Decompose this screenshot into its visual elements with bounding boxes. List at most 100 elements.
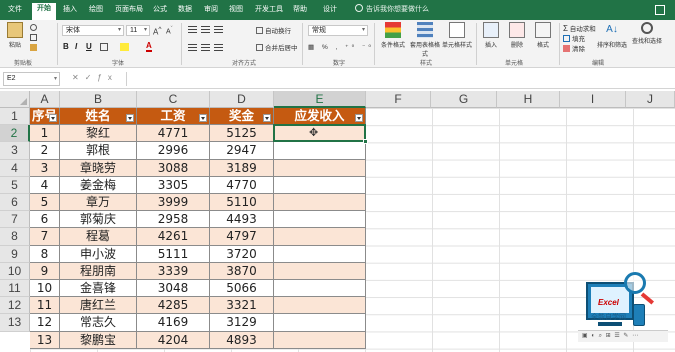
cut-button[interactable]	[30, 24, 39, 32]
cell-name[interactable]: 郭菊庆	[60, 211, 137, 229]
row-header-1[interactable]: 1	[0, 108, 30, 126]
conditional-format-button[interactable]: 条件格式	[378, 22, 408, 49]
cell-name[interactable]: 黎红	[60, 125, 137, 143]
italic-button[interactable]: I	[75, 42, 77, 51]
cell-salary[interactable]: 5111	[137, 245, 210, 263]
row-header-2[interactable]: 2	[0, 125, 30, 143]
cell-salary[interactable]: 3999	[137, 194, 210, 212]
cell-salary[interactable]: 3339	[137, 262, 210, 280]
cell-payable[interactable]	[274, 176, 366, 194]
fill-color-icon[interactable]	[120, 43, 129, 51]
tab-design[interactable]: 设计	[323, 4, 337, 16]
cell-bonus[interactable]: 3321	[210, 297, 274, 315]
format-painter-button[interactable]	[30, 44, 39, 52]
column-header-i[interactable]: I	[560, 91, 626, 108]
cell-name[interactable]: 程葛	[60, 228, 137, 246]
row-header-3[interactable]: 3	[0, 142, 30, 160]
row-header-13[interactable]: 13	[0, 314, 30, 332]
tab-help[interactable]: 帮助	[293, 4, 307, 16]
column-header-b[interactable]: B	[60, 91, 137, 108]
copy-button[interactable]	[30, 34, 39, 42]
cell-payable[interactable]	[274, 262, 366, 280]
cell-payable[interactable]	[274, 297, 366, 315]
bold-button[interactable]: B	[63, 42, 69, 51]
filter-dropdown-icon[interactable]	[49, 114, 57, 123]
active-cell-e2[interactable]	[273, 124, 366, 143]
cell-salary[interactable]: 2958	[137, 211, 210, 229]
cell-bonus[interactable]: 5125	[210, 125, 274, 143]
name-box[interactable]: E2	[3, 72, 60, 86]
column-header-f[interactable]: F	[366, 91, 431, 108]
cell-bonus[interactable]: 4893	[210, 331, 274, 349]
filter-dropdown-icon[interactable]	[199, 114, 207, 123]
cell-seq[interactable]: 6	[30, 211, 60, 229]
tab-developer[interactable]: 开发工具	[255, 4, 283, 16]
fill-button[interactable]: 填充	[563, 33, 585, 43]
cell-salary[interactable]: 3088	[137, 159, 210, 177]
cell-name[interactable]: 章晓劳	[60, 159, 137, 177]
cell-name[interactable]: 申小波	[60, 245, 137, 263]
paste-button[interactable]: 粘贴	[2, 22, 28, 49]
select-all-corner[interactable]	[0, 91, 30, 108]
cell-payable[interactable]	[274, 228, 366, 246]
cell-name[interactable]: 黎鹏宝	[60, 331, 137, 349]
row-header-4[interactable]: 4	[0, 159, 30, 177]
formula-bar-buttons[interactable]: ✕✓ƒx	[72, 73, 118, 82]
cell-bonus[interactable]: 3870	[210, 262, 274, 280]
cell-salary[interactable]: 4771	[137, 125, 210, 143]
sort-filter-button[interactable]: A↓ 排序和筛选	[595, 22, 629, 49]
cell-name[interactable]: 金喜锋	[60, 280, 137, 298]
cell-salary[interactable]: 3048	[137, 280, 210, 298]
table-header-name[interactable]: 姓名	[60, 108, 137, 126]
cell-bonus[interactable]: 4770	[210, 176, 274, 194]
column-header-j[interactable]: J	[626, 91, 675, 108]
cell-payable[interactable]	[274, 280, 366, 298]
align-bottom-icon[interactable]	[214, 26, 223, 34]
grow-font-button[interactable]: A^	[153, 26, 161, 37]
merge-center-button[interactable]: 合并后居中	[256, 42, 298, 52]
border-icon[interactable]	[100, 43, 108, 51]
number-format-buttons[interactable]: ▦ % , ⁺⁰ ⁻⁰	[308, 43, 374, 51]
table-header-seq[interactable]: 序号	[30, 108, 60, 126]
tab-draw[interactable]: 绘图	[89, 4, 103, 16]
cell-seq[interactable]: 9	[30, 262, 60, 280]
cell-payable[interactable]	[274, 314, 366, 332]
cell-payable[interactable]	[274, 211, 366, 229]
cell-payable[interactable]	[274, 142, 366, 160]
cell-salary[interactable]: 4261	[137, 228, 210, 246]
align-right-icon[interactable]	[214, 44, 223, 52]
shrink-font-button[interactable]: Aˇ	[166, 26, 173, 35]
column-header-e[interactable]: E	[274, 91, 366, 108]
clear-button[interactable]: 清除	[563, 43, 585, 53]
row-header-8[interactable]: 8	[0, 228, 30, 246]
table-header-payable[interactable]: 应发收入	[274, 108, 366, 126]
align-left-icon[interactable]	[188, 44, 197, 52]
cell-payable[interactable]	[274, 159, 366, 177]
cell-seq[interactable]: 13	[30, 331, 60, 349]
cell-salary[interactable]: 3305	[137, 176, 210, 194]
cell-payable[interactable]	[274, 331, 366, 349]
fill-handle[interactable]	[363, 139, 368, 145]
cell-seq[interactable]: 12	[30, 314, 60, 332]
format-as-table-button[interactable]: 套用表格格式	[410, 22, 440, 58]
align-top-icon[interactable]	[188, 26, 197, 34]
cell-bonus[interactable]: 3720	[210, 245, 274, 263]
tab-file[interactable]: 文件	[8, 4, 22, 16]
delete-cells-button[interactable]: 删除	[504, 22, 530, 49]
cell-styles-button[interactable]: 单元格样式	[440, 22, 474, 49]
tab-page-layout[interactable]: 页面布局	[115, 4, 143, 16]
tab-data[interactable]: 数据	[178, 4, 192, 16]
formula-input[interactable]	[126, 72, 671, 86]
cell-seq[interactable]: 1	[30, 125, 60, 143]
column-header-h[interactable]: H	[497, 91, 560, 108]
tab-formulas[interactable]: 公式	[153, 4, 167, 16]
cell-bonus[interactable]: 3189	[210, 159, 274, 177]
cell-salary[interactable]: 4285	[137, 297, 210, 315]
filter-dropdown-icon[interactable]	[126, 114, 134, 123]
table-header-bonus[interactable]: 奖金	[210, 108, 274, 126]
tab-view[interactable]: 视图	[229, 4, 243, 16]
cell-bonus[interactable]: 4493	[210, 211, 274, 229]
cell-salary[interactable]: 4169	[137, 314, 210, 332]
cell-seq[interactable]: 10	[30, 280, 60, 298]
cell-salary[interactable]: 4204	[137, 331, 210, 349]
